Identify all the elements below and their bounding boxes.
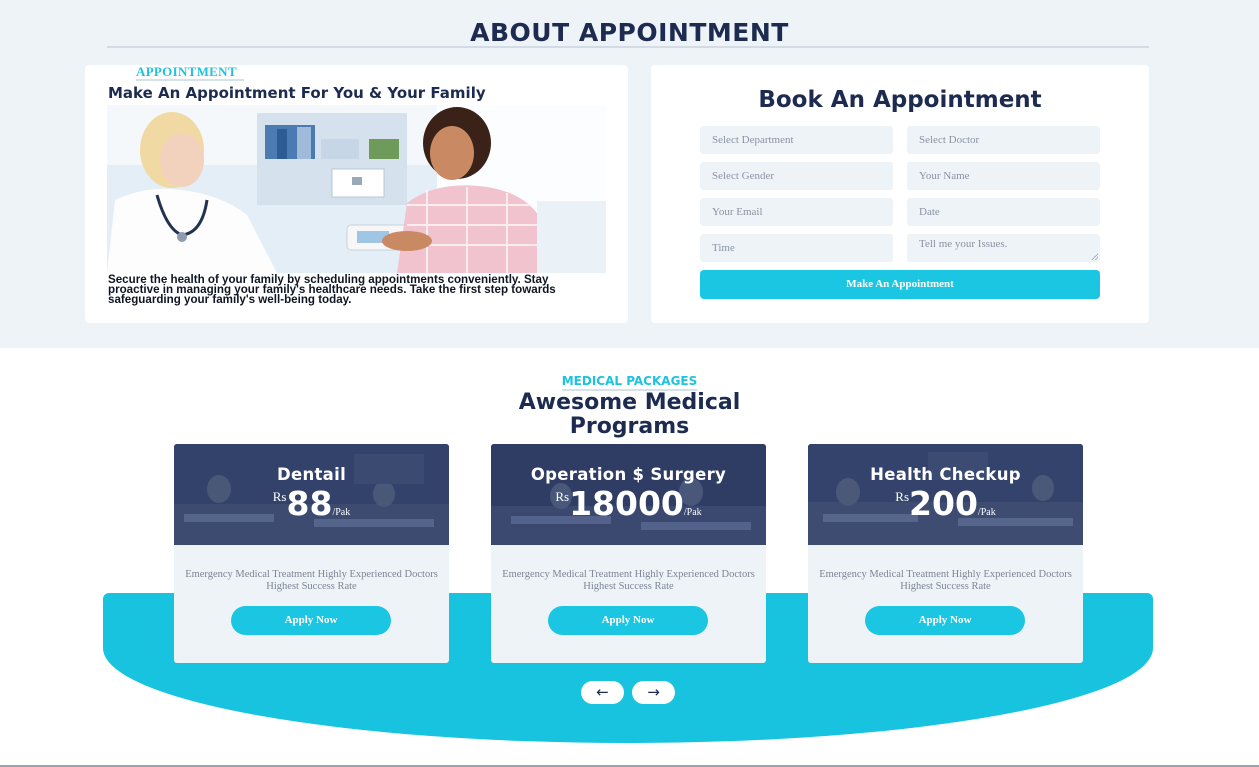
package-card-header: Dentail Rs88/Pak	[174, 444, 449, 545]
package-card-operation-surgery: Operation $ Surgery Rs18000/Pak Emergenc…	[491, 444, 766, 663]
email-input[interactable]: Your Email	[700, 198, 893, 226]
time-input[interactable]: Time	[700, 234, 893, 262]
date-input[interactable]: Date	[907, 198, 1100, 226]
doctor-select[interactable]: Select Doctor	[907, 126, 1100, 154]
apply-now-button[interactable]: Apply Now	[865, 606, 1025, 635]
price-amount: 18000	[569, 484, 684, 523]
about-heading: Make An Appointment For You & Your Famil…	[108, 84, 486, 102]
carousel-prev-arrow-icon[interactable]: ←	[581, 681, 624, 704]
apply-now-button[interactable]: Apply Now	[548, 606, 708, 635]
package-card-header: Operation $ Surgery Rs18000/Pak	[491, 444, 766, 545]
department-select[interactable]: Select Department	[700, 126, 893, 154]
packages-eyebrow-wrap: MEDICAL PACKAGES	[0, 372, 1259, 391]
package-card-header: Health Checkup Rs200/Pak	[808, 444, 1083, 545]
packages-eyebrow: MEDICAL PACKAGES	[561, 374, 698, 391]
packages-title-line2: Programs	[569, 414, 690, 439]
price-currency: Rs	[555, 489, 570, 504]
section-title: ABOUT APPOINTMENT	[470, 18, 789, 47]
name-input[interactable]: Your Name	[907, 162, 1100, 190]
about-appointment-section: ABOUT APPOINTMENT APPOINTMENT Make An Ap…	[0, 0, 1259, 348]
apply-now-button[interactable]: Apply Now	[231, 606, 391, 635]
make-appointment-button[interactable]: Make An Appointment	[700, 270, 1100, 299]
price-amount: 200	[909, 484, 978, 523]
package-description: Emergency Medical Treatment Highly Exper…	[502, 569, 755, 592]
package-price: Rs200/Pak	[808, 484, 1083, 523]
package-price: Rs88/Pak	[174, 484, 449, 523]
package-name: Health Checkup	[870, 465, 1021, 484]
appointment-eyebrow: APPOINTMENT	[136, 65, 244, 81]
price-amount: 88	[286, 484, 333, 523]
issues-textarea[interactable]: Tell me your Issues.	[907, 234, 1100, 262]
package-name: Dentail	[276, 465, 347, 484]
packages-title: Awesome Medical Programs	[0, 391, 1259, 439]
price-currency: Rs	[895, 489, 910, 504]
resize-handle-icon[interactable]	[1091, 253, 1098, 260]
about-card: APPOINTMENT Make An Appointment For You …	[85, 65, 628, 323]
price-unit: /Pak	[332, 507, 351, 518]
package-price: Rs18000/Pak	[491, 484, 766, 523]
package-card-health-checkup: Health Checkup Rs200/Pak Emergency Medic…	[808, 444, 1083, 663]
booking-form: Book An Appointment Select Department Se…	[651, 65, 1149, 323]
booking-title: Book An Appointment	[758, 87, 1042, 113]
price-currency: Rs	[272, 489, 287, 504]
packages-title-line1: Awesome Medical	[518, 390, 741, 415]
price-unit: /Pak	[683, 507, 702, 518]
about-description: Secure the health of your family by sche…	[108, 273, 556, 306]
title-divider	[107, 46, 1149, 48]
gender-select[interactable]: Select Gender	[700, 162, 893, 190]
carousel-next-arrow-icon[interactable]: →	[632, 681, 675, 704]
package-name: Operation $ Surgery	[530, 465, 727, 484]
package-description: Emergency Medical Treatment Highly Exper…	[185, 569, 438, 592]
doctor-patient-photo	[107, 105, 606, 273]
package-description: Emergency Medical Treatment Highly Exper…	[819, 569, 1072, 592]
issues-placeholder: Tell me your Issues.	[919, 238, 1008, 250]
price-unit: /Pak	[977, 507, 996, 518]
package-card-dentail: Dentail Rs88/Pak Emergency Medical Treat…	[174, 444, 449, 663]
